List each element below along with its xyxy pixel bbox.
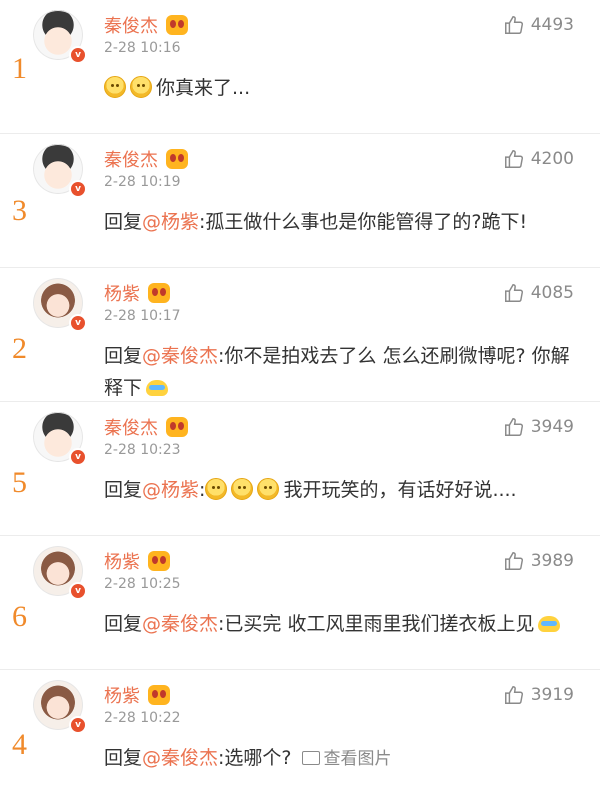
comment-time: 2-28 10:25 — [104, 576, 181, 592]
user-name-container: 秦俊杰 — [104, 146, 188, 172]
rank-number: 2 — [12, 332, 27, 365]
comment-text-container: 你真来了... — [104, 72, 574, 104]
reply-prefix: 回复 — [104, 747, 143, 769]
user-name[interactable]: 杨紫 — [104, 284, 140, 305]
mention-link[interactable]: @秦俊杰 — [142, 747, 218, 769]
like-count: 3919 — [530, 685, 574, 705]
comment-text-container: 回复@杨紫: 我开玩笑的，有话好好说.... — [104, 474, 574, 506]
verified-badge-icon: v — [69, 46, 87, 64]
reply-prefix: 回复 — [104, 479, 143, 501]
user-name-container: 秦俊杰 — [104, 12, 188, 38]
like-count: 4085 — [530, 283, 574, 303]
comment-time: 2-28 10:16 — [104, 40, 181, 56]
comment-time: 2-28 10:23 — [104, 442, 181, 458]
comment-text-container: 回复@杨紫:孤王做什么事也是你能管得了的?跪下! — [104, 206, 574, 238]
view-picture-label: 查看图片 — [323, 749, 392, 769]
like-count: 4493 — [530, 15, 574, 35]
thumbs-up-icon — [504, 686, 523, 704]
rank-number: 6 — [12, 600, 27, 633]
view-picture-link[interactable]: 查看图片 — [301, 749, 392, 769]
comment-list: v 1 秦俊杰 2-28 10:16 4493 你真来了... v 3 秦俊杰 … — [0, 0, 600, 804]
comment-text-container: 回复@秦俊杰:你不是拍戏去了么 怎么还刷微博呢? 你解释下 — [104, 340, 574, 404]
smile-emoji-icon — [231, 478, 254, 500]
mention-link[interactable]: @杨紫 — [142, 479, 199, 501]
like-button[interactable]: 3949 — [503, 416, 574, 438]
mention-link[interactable]: @秦俊杰 — [142, 345, 218, 367]
rank-number: 3 — [12, 194, 27, 227]
comment-text: :已买完 收工风里雨里我们搓衣板上见 — [218, 613, 535, 635]
crying-emoji-icon — [538, 616, 561, 632]
user-name-container: 杨紫 — [104, 682, 170, 708]
comment-item: v 1 秦俊杰 2-28 10:16 4493 你真来了... — [0, 0, 600, 134]
vip-crown-icon — [148, 283, 170, 303]
picture-icon — [301, 751, 320, 765]
comment-item: v 3 秦俊杰 2-28 10:19 4200 回复@杨紫:孤王做什么事也是你能… — [0, 134, 600, 268]
user-name-container: 杨紫 — [104, 280, 170, 306]
comment-time: 2-28 10:22 — [104, 710, 181, 726]
reply-prefix: 回复 — [104, 613, 143, 635]
thumbs-up-icon — [504, 552, 523, 570]
comment-text-container: 回复@秦俊杰:选哪个? 查看图片 — [104, 742, 574, 775]
verified-badge-icon: v — [69, 314, 87, 332]
like-count: 3989 — [530, 551, 574, 571]
smile-emoji-icon — [205, 478, 228, 500]
comment-text: :选哪个? — [218, 747, 292, 769]
user-name[interactable]: 杨紫 — [104, 686, 140, 707]
vip-crown-icon — [166, 149, 188, 169]
comment-text: 你真来了... — [156, 77, 251, 99]
user-name-container: 杨紫 — [104, 548, 170, 574]
thumbs-up-icon — [504, 284, 523, 302]
comment-item: v 6 杨紫 2-28 10:25 3989 回复@秦俊杰:已买完 收工风里雨里… — [0, 536, 600, 670]
like-button[interactable]: 3919 — [503, 684, 574, 706]
user-name[interactable]: 秦俊杰 — [104, 16, 158, 37]
crying-emoji-icon — [146, 380, 169, 396]
like-count: 4200 — [530, 149, 574, 169]
comment-item: v 5 秦俊杰 2-28 10:23 3949 回复@杨紫: 我开玩笑的，有话好好… — [0, 402, 600, 536]
vip-crown-icon — [166, 417, 188, 437]
mention-link[interactable]: @杨紫 — [142, 211, 199, 233]
verified-badge-icon: v — [69, 716, 87, 734]
vip-crown-icon — [166, 15, 188, 35]
comment-text-container: 回复@秦俊杰:已买完 收工风里雨里我们搓衣板上见 — [104, 608, 574, 640]
rank-number: 5 — [12, 466, 27, 499]
user-name[interactable]: 杨紫 — [104, 552, 140, 573]
mention-link[interactable]: @秦俊杰 — [142, 613, 218, 635]
smile-emoji-icon — [130, 76, 152, 98]
user-name-container: 秦俊杰 — [104, 414, 188, 440]
like-button[interactable]: 3989 — [503, 550, 574, 572]
rank-number: 1 — [12, 52, 27, 85]
vip-crown-icon — [148, 551, 170, 571]
verified-badge-icon: v — [69, 180, 87, 198]
like-button[interactable]: 4085 — [503, 282, 574, 304]
thumbs-up-icon — [504, 150, 523, 168]
verified-badge-icon: v — [69, 582, 87, 600]
comment-time: 2-28 10:19 — [104, 174, 181, 190]
like-button[interactable]: 4200 — [503, 148, 574, 170]
comment-item: v 2 杨紫 2-28 10:17 4085 回复@秦俊杰:你不是拍戏去了么 怎… — [0, 268, 600, 402]
comment-time: 2-28 10:17 — [104, 308, 181, 324]
comment-text: :孤王做什么事也是你能管得了的?跪下! — [199, 211, 528, 233]
smile-emoji-icon — [257, 478, 280, 500]
thumbs-up-icon — [504, 418, 523, 436]
like-button[interactable]: 4493 — [503, 14, 574, 36]
reply-prefix: 回复 — [104, 345, 143, 367]
comment-item: v 4 杨紫 2-28 10:22 3919 回复@秦俊杰:选哪个? 查看图片 — [0, 670, 600, 804]
vip-crown-icon — [148, 685, 170, 705]
rank-number: 4 — [12, 728, 27, 761]
smile-emoji-icon — [104, 76, 126, 98]
verified-badge-icon: v — [69, 448, 87, 466]
thumbs-up-icon — [504, 16, 523, 34]
user-name[interactable]: 秦俊杰 — [104, 418, 158, 439]
reply-prefix: 回复 — [104, 211, 143, 233]
like-count: 3949 — [530, 417, 574, 437]
comment-text: 我开玩笑的，有话好好说.... — [283, 479, 517, 501]
user-name[interactable]: 秦俊杰 — [104, 150, 158, 171]
